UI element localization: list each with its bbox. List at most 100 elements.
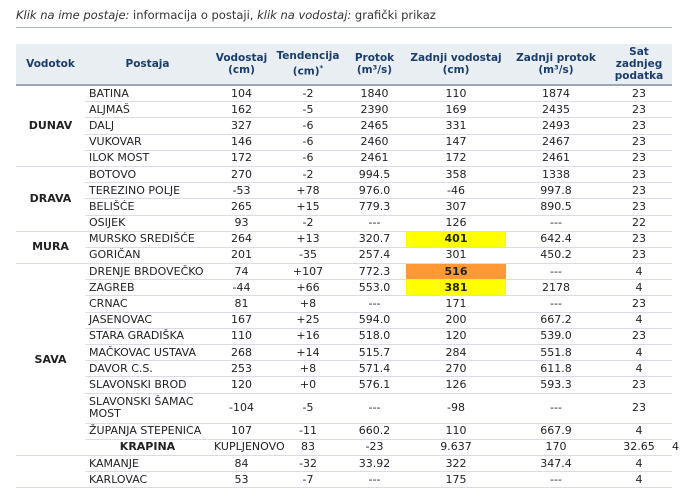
hour-cell: 23 [606, 150, 672, 167]
discharge-cell: 257.4 [343, 247, 406, 265]
water-level-link[interactable]: 104 [210, 85, 273, 103]
water-level-link[interactable]: 120 [210, 376, 273, 394]
discharge-cell: 571.4 [343, 360, 406, 378]
tendency-cell: -35 [273, 247, 343, 265]
water-level-link[interactable]: 327 [210, 117, 273, 135]
water-level-link[interactable]: 201 [210, 247, 273, 265]
table-row: DAVOR C.S. 253 +8 571.4 270 611.8 4 [16, 360, 672, 378]
station-name-link[interactable]: MAČKOVAC USTAVA [85, 344, 210, 362]
last-discharge-cell: 2178 [506, 279, 606, 297]
tendency-cell: -2 [273, 85, 343, 103]
water-level-link[interactable]: 93 [210, 215, 273, 232]
station-name-link[interactable]: DRENJE BRDOVEČKO [85, 263, 210, 281]
water-level-link[interactable]: 74 [210, 263, 273, 281]
tendency-cell: -6 [273, 134, 343, 151]
last-discharge-cell: 642.4 [506, 231, 606, 248]
last-discharge-cell: --- [506, 393, 606, 424]
station-name-link[interactable]: DALJ [85, 117, 210, 135]
discharge-cell: 576.1 [343, 376, 406, 394]
station-name-link[interactable]: ZAGREB [85, 279, 210, 297]
col-postaja: Postaja [85, 44, 210, 85]
station-name-link[interactable]: CRNAC [85, 295, 210, 313]
station-name-link[interactable]: OSIJEK [85, 215, 210, 232]
table-row: MAČKOVAC USTAVA 268 +14 515.7 284 551.8 4 [16, 344, 672, 362]
station-name-link[interactable]: TEREZINO POLJE [85, 182, 210, 200]
table-row: SLAVONSKI ŠAMAC MOST -104 -5 --- -98 --- 23 [16, 393, 672, 424]
hour-cell: 4 [606, 423, 672, 440]
col-tendencija: Tendencija (cm)* [273, 44, 343, 85]
last-water-level-cell: -46 [406, 182, 506, 200]
table-row: KARLOVAC 53 -7 --- 175 --- 4 [16, 471, 672, 489]
tendency-cell: +78 [273, 182, 343, 200]
station-name-link[interactable]: KARLOVAC [85, 471, 210, 489]
last-discharge-cell: --- [506, 215, 606, 232]
note-part-1: Klik na ime postaje: [16, 8, 130, 22]
water-level-link[interactable]: 167 [210, 312, 273, 329]
station-name-link[interactable]: STARA GRADIŠKA [85, 328, 210, 346]
hour-cell: 23 [606, 376, 672, 394]
station-name-link[interactable]: BOTOVO [85, 166, 210, 184]
station-name-link[interactable]: DAVOR C.S. [85, 360, 210, 378]
col-tendencija-footnote-mark: * [319, 64, 324, 73]
water-level-link[interactable]: 146 [210, 134, 273, 151]
last-water-level-cell: 516 [406, 263, 506, 281]
discharge-cell: --- [343, 215, 406, 232]
station-name-link[interactable]: ŽUPANJA STEPENICA [85, 423, 210, 440]
station-name-link[interactable]: SLAVONSKI ŠAMAC MOST [85, 393, 210, 424]
water-level-link[interactable]: 253 [210, 360, 273, 378]
station-name-link[interactable]: VUKOVAR [85, 134, 210, 151]
water-level-link[interactable]: 81 [210, 295, 273, 313]
station-name-link[interactable]: KUPLJENOVO [210, 439, 285, 456]
tendency-cell: -6 [273, 150, 343, 167]
river-cell: MURA [16, 231, 85, 265]
col-zadnji-protok: Zadnji protok (m³/s) [506, 44, 606, 85]
river-cell: DUNAV [16, 85, 85, 167]
discharge-cell: --- [343, 295, 406, 313]
water-level-link[interactable]: 172 [210, 150, 273, 167]
water-level-link[interactable]: 107 [210, 423, 273, 440]
water-level-link[interactable]: 270 [210, 166, 273, 184]
station-name-link[interactable]: KAMANJE [85, 455, 210, 473]
station-name-link[interactable]: ILOK MOST [85, 150, 210, 167]
hour-cell: 4 [606, 344, 672, 362]
tendency-cell: +15 [273, 198, 343, 216]
tendency-cell: -2 [273, 166, 343, 184]
last-water-level-cell: 331 [406, 117, 506, 135]
water-level-link[interactable]: -104 [210, 393, 273, 424]
col-zadnji-vodostaj: Zadnji vodostaj (cm) [406, 44, 506, 85]
station-name-link[interactable]: BELIŠĆE [85, 198, 210, 216]
last-water-level-cell: 169 [406, 101, 506, 119]
hour-cell: 4 [606, 263, 672, 281]
last-water-level-cell: 110 [406, 423, 506, 440]
table-row: DALJ 327 -6 2465 331 2493 23 [16, 117, 672, 135]
station-name-link[interactable]: JASENOVAC [85, 312, 210, 329]
station-name-link[interactable]: ALJMAŠ [85, 101, 210, 119]
hour-cell: 23 [606, 295, 672, 313]
tendency-cell: +8 [273, 360, 343, 378]
tendency-cell: +107 [273, 263, 343, 281]
water-level-link[interactable]: 264 [210, 231, 273, 248]
water-level-link[interactable]: 110 [210, 328, 273, 346]
last-water-level-cell: 307 [406, 198, 506, 216]
tendency-cell: -7 [273, 471, 343, 489]
water-level-link[interactable]: 162 [210, 101, 273, 119]
last-water-level-cell: 284 [406, 344, 506, 362]
water-level-link[interactable]: -44 [210, 279, 273, 297]
discharge-cell: 976.0 [343, 182, 406, 200]
station-name-link[interactable]: GORIČAN [85, 247, 210, 265]
water-level-link[interactable]: 84 [210, 455, 273, 473]
hour-cell: 4 [606, 279, 672, 297]
station-name-link[interactable]: MURSKO SREDIŠĆE [85, 231, 210, 248]
last-discharge-cell: 32.65 [606, 439, 672, 456]
station-name-link[interactable]: SLAVONSKI BROD [85, 376, 210, 394]
water-level-link[interactable]: 265 [210, 198, 273, 216]
table-body: DUNAV BATINA 104 -2 1840 110 1874 23 ALJMAŠ 162 -5… [16, 85, 679, 489]
station-name-link[interactable]: BATINA [85, 85, 210, 103]
last-discharge-cell: --- [506, 263, 606, 281]
last-water-level-cell: 126 [406, 376, 506, 394]
water-level-link[interactable]: 268 [210, 344, 273, 362]
river-cell: KRAPINA [85, 439, 210, 456]
water-level-link[interactable]: -53 [210, 182, 273, 200]
water-level-link[interactable]: 53 [210, 471, 273, 489]
last-discharge-cell: 539.0 [506, 328, 606, 346]
